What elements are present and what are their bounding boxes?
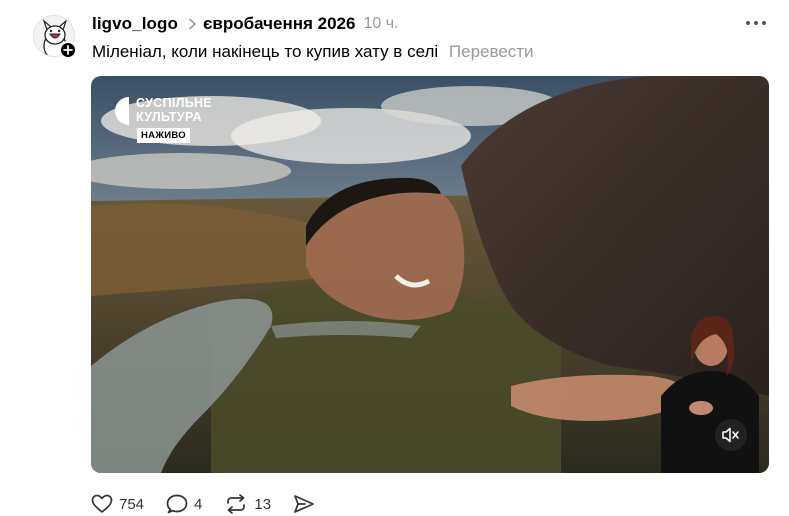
like-button[interactable]: 754 — [91, 494, 144, 514]
chevron-right-icon — [188, 18, 197, 30]
community-name[interactable]: євробачення 2026 — [203, 14, 355, 34]
follow-plus-button[interactable] — [59, 41, 77, 59]
repost-icon — [227, 494, 246, 514]
video-frame — [91, 76, 769, 473]
comment-count: 4 — [194, 495, 203, 513]
speaker-muted-icon — [722, 427, 739, 443]
comment-button[interactable]: 4 — [166, 494, 202, 514]
post-time: 10 ч. — [363, 15, 399, 32]
post-caption: Міленіал, коли накінець то купив хату в … — [92, 42, 439, 61]
share-button[interactable] — [293, 494, 315, 514]
video-player[interactable]: СУСПІЛЬНЕ КУЛЬТУРА НАЖИВО — [91, 76, 769, 473]
post-text: Міленіал, коли накінець то купив хату в … — [92, 42, 534, 62]
more-options-button[interactable] — [742, 12, 770, 34]
channel-logo-icon — [115, 97, 129, 125]
channel-logo-line2: КУЛЬТУРА — [136, 110, 202, 124]
repost-button[interactable]: 13 — [224, 494, 271, 514]
more-dots-icon — [746, 21, 766, 25]
share-send-icon — [294, 495, 314, 513]
username[interactable]: ligvo_logo — [92, 14, 178, 34]
like-count: 754 — [119, 495, 145, 513]
repost-count: 13 — [254, 495, 272, 513]
post-header: ligvo_logo євробачення 2026 10 ч. — [92, 12, 399, 36]
post-actions: 754 4 13 — [91, 492, 337, 516]
comment-bubble-icon — [166, 494, 188, 514]
mute-button[interactable] — [715, 419, 747, 451]
channel-logo: СУСПІЛЬНЕ КУЛЬТУРА — [115, 96, 212, 126]
live-badge: НАЖИВО — [137, 128, 190, 143]
heart-icon — [91, 494, 113, 513]
translate-link[interactable]: Перевести — [449, 42, 534, 61]
plus-icon — [63, 45, 73, 55]
channel-logo-line1: СУСПІЛЬНЕ — [136, 96, 212, 110]
